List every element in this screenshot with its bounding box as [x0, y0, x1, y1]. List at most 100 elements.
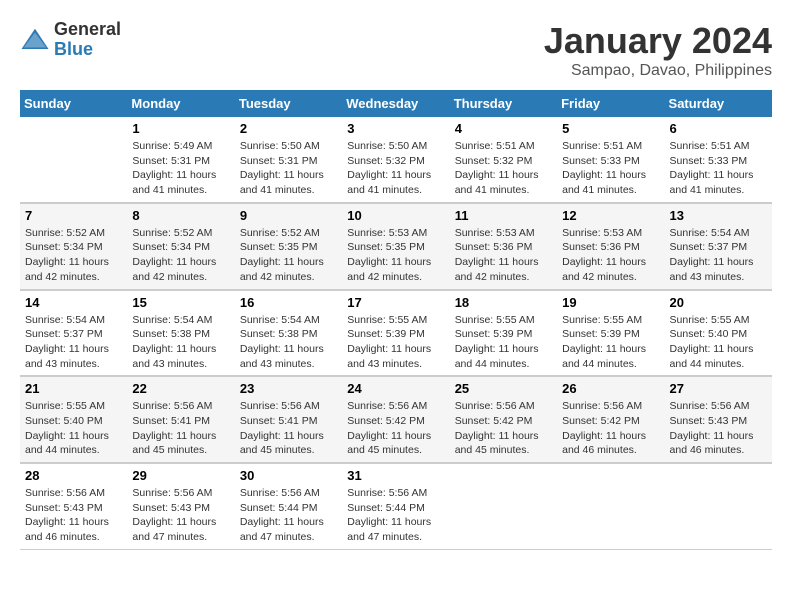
day-number: 22: [132, 381, 229, 396]
day-info: Sunrise: 5:54 AMSunset: 5:37 PMDaylight:…: [25, 313, 122, 372]
week-row-2: 7Sunrise: 5:52 AMSunset: 5:34 PMDaylight…: [20, 203, 772, 290]
day-number: 9: [240, 208, 337, 223]
day-info: Sunrise: 5:56 AMSunset: 5:41 PMDaylight:…: [240, 399, 337, 458]
day-cell: 21Sunrise: 5:55 AMSunset: 5:40 PMDayligh…: [20, 376, 127, 463]
title-block: January 2024 Sampao, Davao, Philippines: [544, 20, 772, 80]
day-number: 10: [347, 208, 444, 223]
day-number: 8: [132, 208, 229, 223]
day-number: 23: [240, 381, 337, 396]
day-info: Sunrise: 5:56 AMSunset: 5:41 PMDaylight:…: [132, 399, 229, 458]
day-cell: [20, 117, 127, 203]
day-cell: 4 Sunrise: 5:51 AMSunset: 5:32 PMDaylight…: [450, 117, 557, 203]
col-header-saturday: Saturday: [665, 90, 772, 117]
day-cell: 15Sunrise: 5:54 AMSunset: 5:38 PMDayligh…: [127, 290, 234, 377]
day-info: Sunrise: 5:55 AMSunset: 5:39 PMDaylight:…: [347, 313, 444, 372]
day-cell: 9 Sunrise: 5:52 AMSunset: 5:35 PMDaylight…: [235, 203, 342, 290]
day-cell: 8 Sunrise: 5:52 AMSunset: 5:34 PMDaylight…: [127, 203, 234, 290]
day-cell: 3 Sunrise: 5:50 AMSunset: 5:32 PMDaylight…: [342, 117, 449, 203]
day-cell: 5Sunrise: 5:51 AMSunset: 5:33 PMDaylight…: [557, 117, 664, 203]
day-info: Sunrise: 5:56 AMSunset: 5:43 PMDaylight:…: [25, 486, 122, 545]
day-info: Sunrise: 5:50 AMSunset: 5:32 PMDaylight:…: [347, 139, 444, 198]
day-info: Sunrise: 5:56 AMSunset: 5:44 PMDaylight:…: [240, 486, 337, 545]
week-row-5: 28Sunrise: 5:56 AMSunset: 5:43 PMDayligh…: [20, 463, 772, 549]
calendar-table: SundayMondayTuesdayWednesdayThursdayFrid…: [20, 90, 772, 550]
day-number: 26: [562, 381, 659, 396]
logo-text: General Blue: [54, 20, 121, 60]
day-cell: 10 Sunrise: 5:53 AMSunset: 5:35 PMDayligh…: [342, 203, 449, 290]
day-info: Sunrise: 5:56 AMSunset: 5:44 PMDaylight:…: [347, 486, 444, 545]
day-cell: 12Sunrise: 5:53 AMSunset: 5:36 PMDayligh…: [557, 203, 664, 290]
col-header-friday: Friday: [557, 90, 664, 117]
header-row: SundayMondayTuesdayWednesdayThursdayFrid…: [20, 90, 772, 117]
day-cell: 22 Sunrise: 5:56 AMSunset: 5:41 PMDayligh…: [127, 376, 234, 463]
day-cell: 17 Sunrise: 5:55 AMSunset: 5:39 PMDayligh…: [342, 290, 449, 377]
location: Sampao, Davao, Philippines: [544, 62, 772, 80]
day-number: 31: [347, 468, 444, 483]
day-number: 14: [25, 295, 122, 310]
day-info: Sunrise: 5:56 AMSunset: 5:43 PMDaylight:…: [132, 486, 229, 545]
col-header-sunday: Sunday: [20, 90, 127, 117]
day-cell: 30 Sunrise: 5:56 AMSunset: 5:44 PMDayligh…: [235, 463, 342, 549]
day-cell: 28Sunrise: 5:56 AMSunset: 5:43 PMDayligh…: [20, 463, 127, 549]
day-info: Sunrise: 5:56 AMSunset: 5:42 PMDaylight:…: [562, 399, 659, 458]
day-number: 4: [455, 121, 552, 136]
logo-icon: [20, 25, 50, 55]
col-header-monday: Monday: [127, 90, 234, 117]
week-row-4: 21Sunrise: 5:55 AMSunset: 5:40 PMDayligh…: [20, 376, 772, 463]
day-number: 15: [132, 295, 229, 310]
day-info: Sunrise: 5:53 AMSunset: 5:35 PMDaylight:…: [347, 226, 444, 285]
day-number: 11: [455, 208, 552, 223]
col-header-tuesday: Tuesday: [235, 90, 342, 117]
col-header-thursday: Thursday: [450, 90, 557, 117]
day-cell: 20 Sunrise: 5:55 AMSunset: 5:40 PMDayligh…: [665, 290, 772, 377]
day-info: Sunrise: 5:55 AMSunset: 5:40 PMDaylight:…: [25, 399, 122, 458]
day-number: 29: [132, 468, 229, 483]
col-header-wednesday: Wednesday: [342, 90, 449, 117]
day-number: 1: [132, 121, 229, 136]
logo-general: General: [54, 20, 121, 40]
day-info: Sunrise: 5:52 AMSunset: 5:35 PMDaylight:…: [240, 226, 337, 285]
logo-blue: Blue: [54, 40, 121, 60]
day-info: Sunrise: 5:53 AMSunset: 5:36 PMDaylight:…: [562, 226, 659, 285]
day-cell: 2 Sunrise: 5:50 AMSunset: 5:31 PMDaylight…: [235, 117, 342, 203]
day-cell: 6 Sunrise: 5:51 AMSunset: 5:33 PMDaylight…: [665, 117, 772, 203]
week-row-1: 1 Sunrise: 5:49 AMSunset: 5:31 PMDaylight…: [20, 117, 772, 203]
day-cell: 25 Sunrise: 5:56 AMSunset: 5:42 PMDayligh…: [450, 376, 557, 463]
page-header: General Blue January 2024 Sampao, Davao,…: [20, 20, 772, 80]
day-number: 30: [240, 468, 337, 483]
day-info: Sunrise: 5:50 AMSunset: 5:31 PMDaylight:…: [240, 139, 337, 198]
day-info: Sunrise: 5:52 AMSunset: 5:34 PMDaylight:…: [132, 226, 229, 285]
month-title: January 2024: [544, 20, 772, 62]
day-info: Sunrise: 5:55 AMSunset: 5:39 PMDaylight:…: [455, 313, 552, 372]
day-cell: 16 Sunrise: 5:54 AMSunset: 5:38 PMDayligh…: [235, 290, 342, 377]
day-info: Sunrise: 5:56 AMSunset: 5:42 PMDaylight:…: [455, 399, 552, 458]
day-cell: 18Sunrise: 5:55 AMSunset: 5:39 PMDayligh…: [450, 290, 557, 377]
day-number: 6: [670, 121, 767, 136]
day-number: 17: [347, 295, 444, 310]
logo: General Blue: [20, 20, 121, 60]
day-cell: [665, 463, 772, 549]
day-info: Sunrise: 5:55 AMSunset: 5:39 PMDaylight:…: [562, 313, 659, 372]
day-cell: 26 Sunrise: 5:56 AMSunset: 5:42 PMDayligh…: [557, 376, 664, 463]
day-info: Sunrise: 5:54 AMSunset: 5:38 PMDaylight:…: [240, 313, 337, 372]
day-info: Sunrise: 5:52 AMSunset: 5:34 PMDaylight:…: [25, 226, 122, 285]
day-number: 3: [347, 121, 444, 136]
day-number: 2: [240, 121, 337, 136]
day-number: 25: [455, 381, 552, 396]
day-info: Sunrise: 5:56 AMSunset: 5:43 PMDaylight:…: [670, 399, 767, 458]
day-number: 16: [240, 295, 337, 310]
day-cell: 1 Sunrise: 5:49 AMSunset: 5:31 PMDaylight…: [127, 117, 234, 203]
day-info: Sunrise: 5:51 AMSunset: 5:33 PMDaylight:…: [670, 139, 767, 198]
day-info: Sunrise: 5:54 AMSunset: 5:37 PMDaylight:…: [670, 226, 767, 285]
day-number: 24: [347, 381, 444, 396]
day-number: 19: [562, 295, 659, 310]
day-info: Sunrise: 5:49 AMSunset: 5:31 PMDaylight:…: [132, 139, 229, 198]
day-number: 5: [562, 121, 659, 136]
day-number: 20: [670, 295, 767, 310]
day-cell: [450, 463, 557, 549]
day-cell: 27Sunrise: 5:56 AMSunset: 5:43 PMDayligh…: [665, 376, 772, 463]
day-cell: 31 Sunrise: 5:56 AMSunset: 5:44 PMDayligh…: [342, 463, 449, 549]
day-info: Sunrise: 5:55 AMSunset: 5:40 PMDaylight:…: [670, 313, 767, 372]
day-info: Sunrise: 5:51 AMSunset: 5:32 PMDaylight:…: [455, 139, 552, 198]
day-cell: 29 Sunrise: 5:56 AMSunset: 5:43 PMDayligh…: [127, 463, 234, 549]
